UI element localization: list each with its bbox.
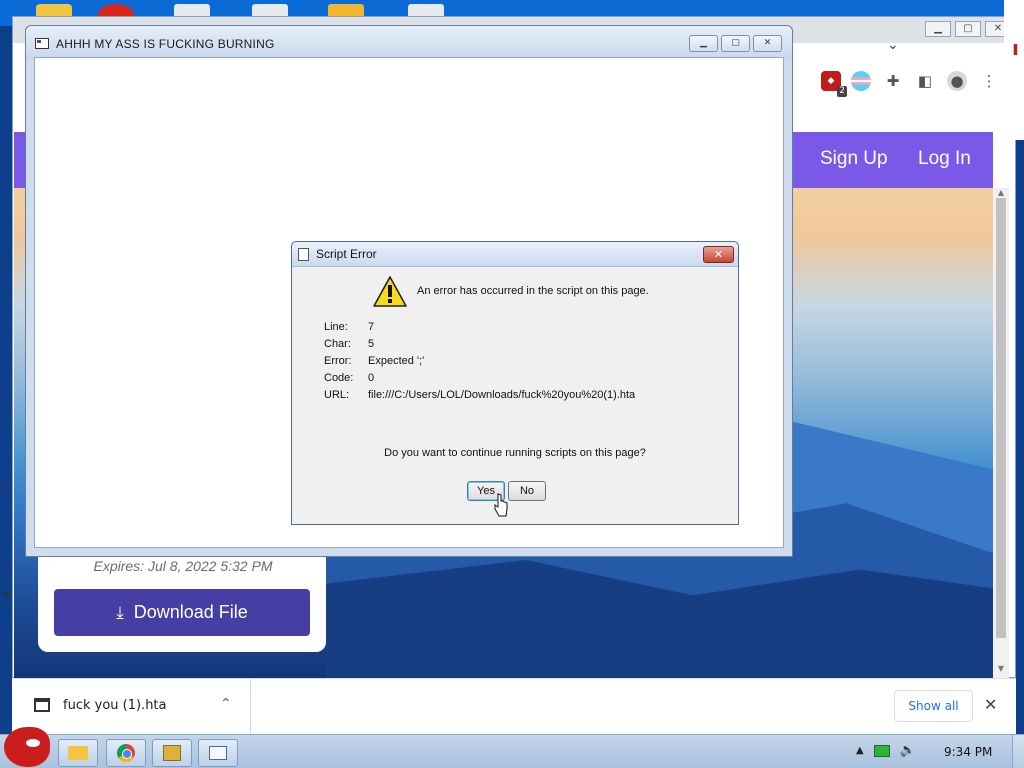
detail-value-error: Expected ';' xyxy=(368,355,425,367)
network-icon[interactable] xyxy=(873,744,890,757)
taskbar-app-button[interactable] xyxy=(152,739,192,767)
browser-menu-icon[interactable]: ⋮ xyxy=(979,71,999,91)
detail-label-url: URL: xyxy=(324,389,350,401)
dialog-close-button[interactable]: ✕ xyxy=(703,246,734,263)
close-shelf-icon[interactable]: ✕ xyxy=(984,695,997,714)
detail-value-line: 7 xyxy=(368,321,375,333)
download-file-name: fuck you (1).hta xyxy=(63,698,167,713)
scroll-thumb[interactable] xyxy=(996,198,1006,638)
hta-caption-buttons: ▁ ▢ ✕ xyxy=(689,35,782,52)
tray-expand-icon[interactable]: ▲ xyxy=(856,745,864,756)
scroll-down-icon[interactable]: ▼ xyxy=(993,664,1009,678)
error-message: An error has occurred in the script on t… xyxy=(417,285,649,297)
extension-badge: 2 xyxy=(837,86,847,97)
hta-file-icon xyxy=(34,698,50,712)
hta-window-title: AHHH MY ASS IS FUCKING BURNING xyxy=(56,37,275,51)
browser-caption-buttons: ▁ ▢ ✕ xyxy=(925,21,1011,37)
continue-question: Do you want to continue running scripts … xyxy=(384,447,646,459)
close-button[interactable]: ✕ xyxy=(753,35,782,52)
taskbar-chrome-button[interactable] xyxy=(106,739,146,767)
mouse-cursor-icon xyxy=(494,493,508,517)
no-button[interactable]: No xyxy=(508,481,546,501)
dialog-title: Script Error xyxy=(316,247,377,261)
edge-text: w xyxy=(2,587,11,600)
edge-text: C xyxy=(2,480,10,493)
taskbar-hta-button[interactable] xyxy=(198,739,238,767)
login-link[interactable]: Log In xyxy=(918,148,971,170)
folder-icon xyxy=(68,746,88,760)
script-error-dialog: Script Error ✕ An error has occurred in … xyxy=(291,241,739,525)
taskbar: ▲ 🔈 9:34 PM xyxy=(0,727,1024,768)
detail-label-error: Error: xyxy=(324,355,352,367)
detail-value-url: file:///C:/Users/LOL/Downloads/fuck%20yo… xyxy=(368,389,636,401)
start-button-icon[interactable] xyxy=(4,727,50,767)
window-icon xyxy=(35,38,49,49)
taskbar-clock[interactable]: 9:34 PM xyxy=(944,745,992,759)
browser-minimize-button[interactable]: ▁ xyxy=(925,21,951,37)
signup-link[interactable]: Sign Up xyxy=(820,148,888,170)
minimize-button[interactable]: ▁ xyxy=(689,35,718,52)
ublock-shield-icon[interactable]: ◆ 2 xyxy=(821,71,847,97)
download-shelf: fuck you (1).hta ⌃ Show all ✕ xyxy=(12,678,1016,735)
document-icon xyxy=(298,248,309,261)
show-desktop-button[interactable] xyxy=(1012,735,1024,768)
expires-text: Expires: Jul 8, 2022 5:32 PM xyxy=(93,558,273,574)
maximize-button[interactable]: ▢ xyxy=(721,35,750,52)
extensions-puzzle-icon[interactable]: ✚ xyxy=(883,71,903,91)
detail-values: 7 5 Expected ';' 0 file:///C:/Users/LOL/… xyxy=(368,319,635,404)
volume-icon[interactable]: 🔈 xyxy=(900,743,916,758)
detail-label-line: Line: xyxy=(324,321,348,333)
dialog-titlebar[interactable]: Script Error ✕ xyxy=(292,242,738,267)
download-icon: ⤓ xyxy=(116,602,124,622)
detail-value-code: 0 xyxy=(368,372,375,384)
side-panel-icon[interactable]: ◧ xyxy=(915,71,935,91)
detail-label-char: Char: xyxy=(324,338,351,350)
logo-fragment-icon: ı xyxy=(1012,36,1019,60)
chevron-up-icon[interactable]: ⌃ xyxy=(220,696,232,712)
flag-extension-icon[interactable] xyxy=(851,71,871,91)
download-item[interactable]: fuck you (1).hta ⌃ xyxy=(12,679,251,735)
system-tray: ▲ 🔈 xyxy=(856,743,916,758)
app-icon xyxy=(163,745,181,761)
profile-avatar-icon[interactable]: ● xyxy=(947,71,967,91)
warning-icon xyxy=(373,276,407,307)
window-icon xyxy=(209,746,227,760)
detail-labels: Line: Char: Error: Code: URL: xyxy=(324,319,353,404)
download-button-label: Download File xyxy=(133,602,248,622)
detail-value-char: 5 xyxy=(368,338,375,350)
taskbar-explorer-button[interactable] xyxy=(58,739,98,767)
show-all-button[interactable]: Show all xyxy=(894,690,973,722)
tab-search-chevron-icon[interactable]: ⌄ xyxy=(887,37,899,53)
hta-titlebar[interactable]: AHHH MY ASS IS FUCKING BURNING ▁ ▢ ✕ xyxy=(26,26,792,60)
detail-label-code: Code: xyxy=(324,372,354,384)
browser-edge xyxy=(1004,0,1024,140)
download-file-button[interactable]: ⤓ Download File xyxy=(54,589,310,636)
page-scrollbar[interactable]: ▲ ▼ xyxy=(993,188,1009,678)
browser-maximize-button[interactable]: ▢ xyxy=(955,21,981,37)
chrome-icon xyxy=(117,744,135,762)
